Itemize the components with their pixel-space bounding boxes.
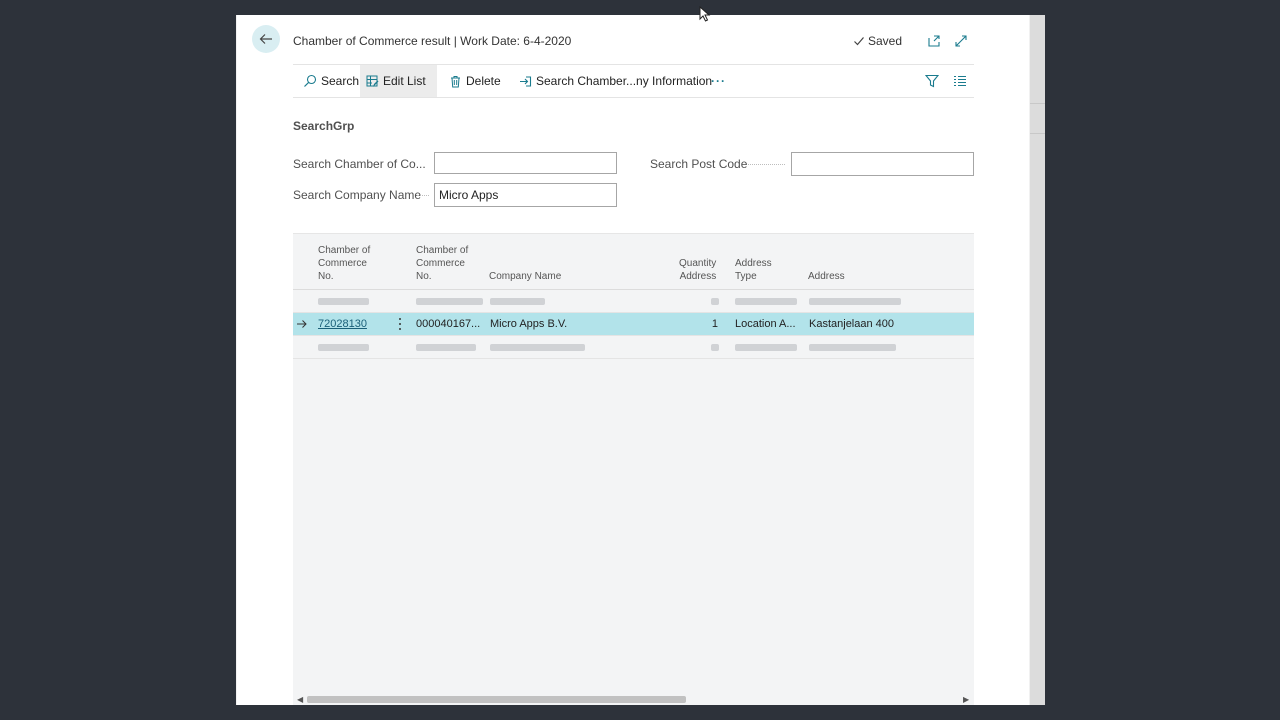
search-post-code-input[interactable] xyxy=(791,152,974,176)
checkmark-icon xyxy=(854,37,864,46)
redacted-cell xyxy=(809,298,901,305)
column-header-line: Chamber of xyxy=(416,245,469,256)
table-row[interactable] xyxy=(293,336,974,359)
column-header-line: Address xyxy=(735,258,772,269)
search-chamber-input[interactable] xyxy=(434,152,617,174)
open-new-window-button[interactable] xyxy=(926,33,942,49)
results-grid: Chamber of Commerce No. Chamber of Comme… xyxy=(293,233,974,705)
column-header-line: No. xyxy=(416,271,432,282)
scroll-left-arrow-icon[interactable]: ◀ xyxy=(297,695,303,704)
column-header-line: No. xyxy=(318,271,334,282)
column-header-line: Commerce xyxy=(416,258,465,269)
list-icon xyxy=(954,75,966,87)
redacted-cell xyxy=(416,298,483,305)
redacted-cell xyxy=(490,344,585,351)
trash-icon xyxy=(451,75,460,87)
background-divider xyxy=(1030,133,1045,134)
column-header-line: Commerce xyxy=(318,258,367,269)
edit-list-action-label: Edit List xyxy=(383,74,426,88)
grid-header: Chamber of Commerce No. Chamber of Comme… xyxy=(293,233,974,290)
column-header-company-name[interactable]: Company Name xyxy=(489,270,561,283)
column-header-line: Quantity xyxy=(679,258,717,269)
address-type-cell: Location A... xyxy=(735,318,796,330)
group-title: SearchGrp xyxy=(293,119,355,133)
chamber-no-link[interactable]: 72028130 xyxy=(318,313,367,335)
redacted-cell xyxy=(490,298,545,305)
search-company-name-label: Search Company Name xyxy=(293,188,422,202)
row-menu-button[interactable] xyxy=(395,313,405,335)
redacted-cell xyxy=(735,298,797,305)
more-options-button[interactable]: ··· xyxy=(705,65,732,97)
edit-list-action[interactable]: Edit List xyxy=(360,65,437,97)
column-header-line: Chamber of xyxy=(318,245,371,256)
scrollbar-thumb[interactable] xyxy=(307,696,686,703)
scroll-right-arrow-icon[interactable]: ▶ xyxy=(963,695,969,704)
redacted-cell xyxy=(711,298,719,305)
quantity-address-cell: 1 xyxy=(711,318,718,330)
column-header-chamber-no-2[interactable]: Chamber of Commerce No. xyxy=(416,244,468,283)
open-new-window-icon xyxy=(928,35,940,47)
column-header-line: Type xyxy=(735,271,757,282)
search-information-action-label: Search Chamber...ny Information xyxy=(536,74,713,88)
row-indicator xyxy=(296,313,310,335)
company-name-cell: Micro Apps B.V. xyxy=(490,318,568,330)
horizontal-scrollbar[interactable]: ◀ ▶ xyxy=(293,694,974,705)
redacted-cell xyxy=(318,344,369,351)
search-company-name-input[interactable] xyxy=(434,183,617,207)
saved-label: Saved xyxy=(868,34,903,48)
column-header-address-type[interactable]: Address Type xyxy=(735,257,772,283)
column-header-address[interactable]: Address xyxy=(808,270,845,283)
search-chamber-label: Search Chamber of Co... xyxy=(293,157,426,171)
redacted-cell xyxy=(735,344,797,351)
page-title: Chamber of Commerce result | Work Date: … xyxy=(293,34,572,48)
background-strip xyxy=(1030,15,1045,705)
filter-icon xyxy=(925,74,939,88)
redacted-cell xyxy=(416,344,476,351)
search-result-dialog: Chamber of Commerce result | Work Date: … xyxy=(237,15,1029,705)
field-leader-dots xyxy=(417,195,429,197)
column-header-chamber-no[interactable]: Chamber of Commerce No. xyxy=(318,244,370,283)
expand-button[interactable] xyxy=(953,33,969,49)
vertical-ellipsis-icon xyxy=(399,318,401,330)
column-header-line: Address xyxy=(679,271,717,282)
list-view-button[interactable] xyxy=(947,65,973,97)
table-row-selected[interactable]: 72028130 000040167... Micro Apps B.V. 1 … xyxy=(293,313,974,336)
search-post-code-label: Search Post Code xyxy=(650,157,748,171)
background-divider xyxy=(1030,103,1045,104)
delete-action[interactable]: Delete xyxy=(443,65,507,97)
saved-status: Saved xyxy=(853,34,902,48)
search-action-label: Search xyxy=(321,74,360,88)
field-leader-dots xyxy=(748,164,785,166)
expand-icon xyxy=(955,35,967,47)
redacted-cell xyxy=(711,344,719,351)
redacted-cell xyxy=(318,298,369,305)
address-cell: Kastanjelaan 400 xyxy=(809,318,895,330)
search-action[interactable]: Search xyxy=(297,65,365,97)
edit-list-icon xyxy=(366,75,379,87)
chamber-no-2-cell: 000040167... xyxy=(416,318,481,330)
mouse-cursor-icon xyxy=(699,6,711,22)
sign-in-arrow-icon xyxy=(520,75,532,87)
action-bar: Search Edit List Delete Search Chamber..… xyxy=(293,64,974,98)
arrow-left-icon xyxy=(259,34,272,44)
search-icon xyxy=(304,74,317,87)
arrow-right-icon xyxy=(297,320,307,328)
column-header-quantity-address[interactable]: Quantity Address xyxy=(679,257,716,283)
filter-button[interactable] xyxy=(919,65,945,97)
redacted-cell xyxy=(809,344,896,351)
search-information-action[interactable]: Search Chamber...ny Information xyxy=(513,65,718,97)
table-row[interactable] xyxy=(293,290,974,313)
delete-action-label: Delete xyxy=(466,74,501,88)
back-button[interactable] xyxy=(252,25,280,53)
